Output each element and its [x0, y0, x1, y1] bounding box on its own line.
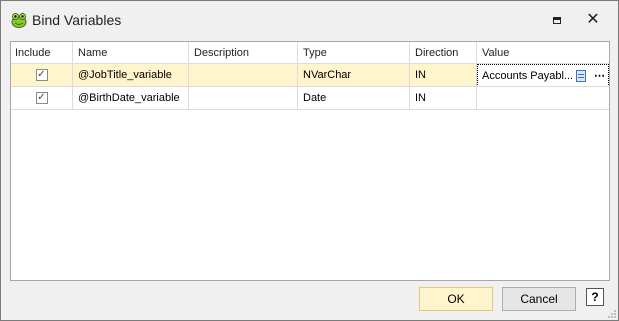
- direction-cell[interactable]: IN: [410, 87, 477, 109]
- value-editor[interactable]: Accounts Payabl... ⋯: [477, 64, 609, 86]
- direction-cell[interactable]: IN: [410, 64, 477, 86]
- name-cell[interactable]: @BirthDate_variable: [73, 87, 189, 109]
- frog-app-icon: [11, 13, 27, 28]
- bind-variables-dialog: Bind Variables ✕ Include Name Descriptio…: [0, 0, 619, 321]
- type-cell[interactable]: Date: [298, 87, 410, 109]
- column-header-type[interactable]: Type: [298, 42, 410, 63]
- window-title: Bind Variables: [32, 12, 122, 28]
- memo-icon[interactable]: [576, 69, 586, 82]
- column-header-value[interactable]: Value: [477, 42, 609, 63]
- table-row[interactable]: ✓ @BirthDate_variable Date IN: [11, 87, 609, 110]
- ok-button[interactable]: OK: [419, 287, 493, 311]
- description-cell[interactable]: [189, 64, 298, 86]
- ellipsis-button[interactable]: ⋯: [594, 69, 605, 82]
- cancel-button[interactable]: Cancel: [502, 287, 576, 311]
- value-cell[interactable]: [477, 87, 609, 109]
- column-header-description[interactable]: Description: [189, 42, 298, 63]
- resize-grip-icon[interactable]: [607, 309, 617, 319]
- include-cell: ✓: [11, 87, 73, 109]
- value-input[interactable]: Accounts Payabl...: [478, 70, 574, 82]
- column-header-name[interactable]: Name: [73, 42, 189, 63]
- include-checkbox[interactable]: ✓: [35, 69, 48, 81]
- value-cell[interactable]: Accounts Payabl... ⋯: [477, 64, 609, 86]
- grid-header: Include Name Description Type Direction …: [11, 42, 609, 64]
- title-bar: Bind Variables ✕: [1, 1, 618, 38]
- variables-grid[interactable]: Include Name Description Type Direction …: [10, 41, 610, 281]
- description-cell[interactable]: [189, 87, 298, 109]
- close-icon: ✕: [586, 11, 600, 28]
- maximize-icon: [553, 16, 561, 24]
- include-cell: ✓: [11, 64, 73, 86]
- type-cell[interactable]: NVarChar: [298, 64, 410, 86]
- include-checkbox[interactable]: ✓: [35, 92, 48, 104]
- column-header-include[interactable]: Include: [11, 42, 73, 63]
- column-header-direction[interactable]: Direction: [410, 42, 477, 63]
- help-button[interactable]: ?: [586, 288, 604, 306]
- table-row[interactable]: ✓ @JobTitle_variable NVarChar IN Account…: [11, 64, 609, 87]
- name-cell[interactable]: @JobTitle_variable: [73, 64, 189, 86]
- close-button[interactable]: ✕: [579, 8, 607, 32]
- maximize-button[interactable]: [543, 8, 571, 32]
